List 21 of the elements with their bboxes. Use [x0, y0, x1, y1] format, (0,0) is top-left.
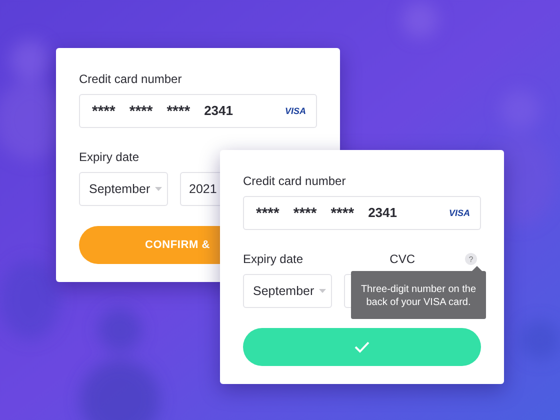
field-label: Expiry date — [79, 150, 140, 164]
field-label: Credit card number — [79, 72, 183, 86]
card-digits: **** — [129, 102, 153, 120]
card-digits: 2341 — [204, 102, 233, 120]
card-number-field[interactable]: **** **** **** 2341 VISA — [243, 196, 481, 230]
card-digits: **** — [256, 204, 280, 222]
field-label: Credit card number — [243, 174, 347, 188]
card-number-field[interactable]: **** **** **** 2341 VISA — [79, 94, 317, 128]
card-digits: **** — [293, 204, 317, 222]
month-select[interactable]: September — [79, 172, 168, 206]
card-digits: 2341 — [368, 204, 397, 222]
card-brand: VISA — [448, 208, 470, 218]
tooltip: Three-digit number on the back of your VISA card. — [351, 266, 486, 319]
card-digits: **** — [166, 102, 190, 120]
card-digits: **** — [330, 204, 354, 222]
card-digits: **** — [92, 102, 116, 120]
month-select[interactable]: September — [243, 274, 332, 308]
card-brand: VISA — [284, 106, 306, 116]
field-label: Expiry date — [243, 252, 304, 266]
field-label: CVC — [390, 252, 415, 266]
help-icon[interactable]: ? — [465, 253, 477, 265]
